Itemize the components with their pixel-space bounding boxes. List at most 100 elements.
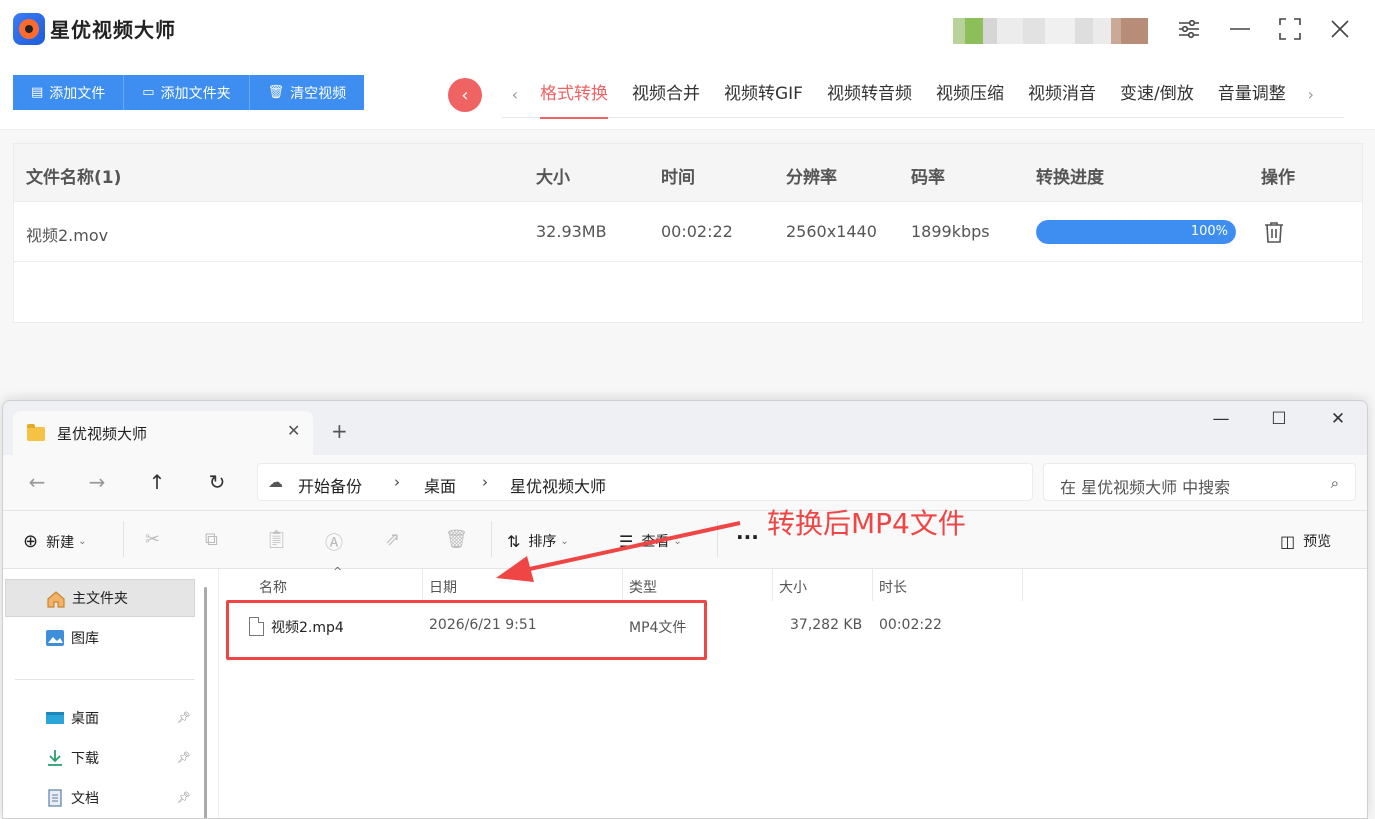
file-icon: ▤ (31, 85, 44, 100)
table-row[interactable]: 视频2.mov 32.93MB 00:02:22 2560x1440 1899k… (14, 202, 1362, 262)
sidebar-item-gallery[interactable]: 图库 (5, 619, 195, 657)
refresh-icon[interactable]: ↻ (203, 470, 231, 494)
sidebar-item-downloads[interactable]: 下载 📌︎ (5, 739, 195, 777)
sidebar-item-home[interactable]: 主文件夹 (5, 579, 195, 617)
settings-sliders-icon[interactable] (1176, 16, 1202, 42)
tab-close-icon[interactable]: ✕ (287, 421, 300, 440)
new-tab-plus-icon[interactable]: + (331, 419, 348, 443)
forward-arrow-icon[interactable]: → (83, 470, 111, 494)
breadcrumb-backup[interactable]: 开始备份 (298, 473, 362, 497)
cut-icon[interactable]: ✂ (145, 529, 160, 550)
column-divider[interactable] (422, 569, 423, 601)
chevron-right-icon: › (482, 473, 488, 491)
tab-video-to-gif[interactable]: 视频转GIF (712, 72, 815, 118)
explorer-maximize-icon[interactable]: ☐ (1264, 409, 1294, 429)
tab-video-mute[interactable]: 视频消音 (1016, 72, 1108, 118)
sidebar-item-label: 文档 (71, 791, 99, 807)
pin-icon[interactable]: 📌︎ (177, 751, 191, 764)
tab-volume-adjust[interactable]: 音量调整 (1206, 72, 1298, 118)
col-header-resolution: 分辨率 (786, 168, 837, 188)
sidebar-item-label: 下载 (71, 751, 99, 767)
video-file-table: 文件名称(1) 大小 时间 分辨率 码率 转换进度 操作 视频2.mov 32.… (13, 143, 1363, 323)
col-header-type[interactable]: 类型 (629, 577, 657, 597)
maximize-icon[interactable] (1277, 16, 1303, 42)
chevron-down-icon: ⌄ (78, 536, 87, 547)
col-header-name[interactable]: 名称 (259, 577, 287, 597)
col-header-action: 操作 (1261, 168, 1295, 188)
new-button[interactable]: ⊕ 新建 ⌄ (23, 531, 86, 552)
search-icon[interactable]: ⌕ (1331, 474, 1339, 492)
explorer-tab[interactable]: 星优视频大师 ✕ (13, 411, 313, 455)
explorer-close-icon[interactable]: ✕ (1323, 409, 1353, 429)
preview-pane-icon: ◫ (1280, 531, 1296, 551)
tabs-scroll-right-icon[interactable]: › (1298, 85, 1324, 104)
sort-button[interactable]: ⇅ 排序 ⌄ (507, 531, 569, 551)
sort-label: 排序 (528, 534, 557, 550)
sidebar-item-label: 图库 (71, 631, 99, 647)
add-folder-button[interactable]: ▭ 添加文件夹 (124, 75, 250, 110)
cell-file-size: 32.93MB (536, 222, 607, 241)
copy-icon[interactable]: ⧉ (205, 529, 218, 550)
tab-video-merge[interactable]: 视频合并 (620, 72, 712, 118)
sidebar-item-label: 桌面 (71, 711, 99, 727)
up-arrow-icon[interactable]: ↑ (143, 470, 171, 494)
tab-speed-reverse[interactable]: 变速/倒放 (1108, 72, 1206, 118)
delete-icon[interactable]: 🗑︎ (445, 529, 468, 550)
search-input[interactable]: 在 星优视频大师 中搜索 ⌕ (1043, 463, 1356, 501)
view-button[interactable]: ☰ 查看 ⌄ (619, 531, 682, 551)
collapse-back-button[interactable]: ‹ (448, 78, 482, 112)
address-bar[interactable]: ☁ 开始备份 › 桌面 › 星优视频大师 (257, 463, 1033, 501)
sidebar-scrollbar[interactable] (204, 587, 207, 818)
document-icon (45, 789, 65, 807)
clear-videos-button[interactable]: 🗑︎ 清空视频 (249, 75, 365, 110)
column-divider[interactable] (872, 569, 873, 601)
rename-icon[interactable]: Ⓐ (325, 529, 343, 555)
col-header-date[interactable]: 日期 (429, 577, 457, 597)
clear-videos-label: 清空视频 (290, 85, 347, 102)
download-icon (45, 749, 65, 767)
minimize-icon[interactable] (1227, 16, 1253, 42)
back-arrow-icon[interactable]: ← (23, 470, 51, 494)
conversion-progress-bar: 100% (1036, 220, 1236, 244)
table-header: 文件名称(1) 大小 时间 分辨率 码率 转换进度 操作 (14, 144, 1362, 202)
app-title: 星优视频大师 (50, 18, 176, 42)
view-lines-icon: ☰ (619, 531, 634, 551)
sort-arrows-icon: ⇅ (507, 531, 521, 551)
tab-video-to-audio[interactable]: 视频转音频 (815, 72, 924, 118)
sidebar-item-desktop[interactable]: 桌面 📌︎ (5, 699, 195, 737)
preview-button[interactable]: ◫ 预览 (1280, 531, 1331, 551)
user-avatar-blurred[interactable] (953, 18, 1148, 44)
cloud-backup-icon: ☁ (268, 473, 283, 491)
tabs-scroll-left-icon[interactable]: ‹ (502, 85, 528, 104)
more-options-button[interactable]: ··· (736, 525, 759, 549)
breadcrumb-desktop[interactable]: 桌面 (424, 473, 456, 497)
explorer-minimize-icon[interactable]: — (1206, 409, 1236, 429)
pin-icon[interactable]: 📌︎ (177, 711, 191, 724)
tab-video-compress[interactable]: 视频压缩 (924, 72, 1016, 118)
col-header-size[interactable]: 大小 (779, 577, 807, 597)
col-header-duration[interactable]: 时长 (879, 577, 907, 597)
cell-resolution: 2560x1440 (786, 222, 877, 241)
paste-icon[interactable]: 📋︎ (265, 529, 288, 550)
sidebar-item-documents[interactable]: 文档 📌︎ (5, 779, 195, 817)
pin-icon[interactable]: 📌︎ (177, 791, 191, 804)
delete-row-trash-icon[interactable] (1262, 220, 1286, 244)
share-icon[interactable]: ⇗ (385, 529, 400, 550)
chevron-down-icon: ⌄ (560, 535, 569, 547)
file-size: 37,282 KB (790, 617, 863, 633)
search-placeholder: 在 星优视频大师 中搜索 (1060, 478, 1231, 497)
breadcrumb-folder[interactable]: 星优视频大师 (510, 473, 606, 497)
tab-format-convert[interactable]: 格式转换 (528, 72, 620, 119)
cell-bitrate: 1899kbps (911, 222, 990, 241)
column-divider[interactable] (772, 569, 773, 601)
sidebar-divider (15, 679, 195, 680)
new-label: 新建 (46, 534, 75, 551)
chevron-down-icon: ⌄ (673, 535, 682, 547)
column-divider[interactable] (622, 569, 623, 601)
add-file-button[interactable]: ▤ 添加文件 (13, 75, 125, 110)
close-icon[interactable] (1327, 16, 1353, 42)
column-divider[interactable] (1022, 569, 1023, 601)
view-label: 查看 (641, 534, 670, 550)
col-header-bitrate: 码率 (911, 168, 945, 188)
chevron-right-icon: › (394, 473, 400, 491)
